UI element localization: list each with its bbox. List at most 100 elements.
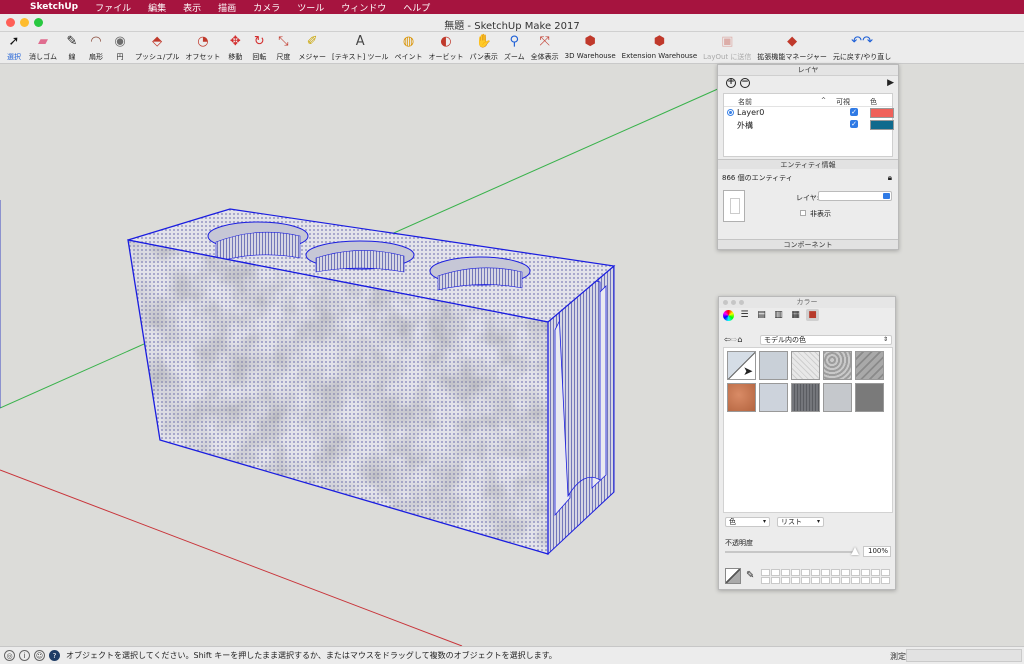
opacity-slider-knob[interactable] xyxy=(851,547,859,555)
layer-row-layer0[interactable]: Layer0 ✓ xyxy=(724,107,894,119)
color-slot[interactable] xyxy=(841,577,850,584)
tool-paint-bucket[interactable]: ◍ ペイント xyxy=(392,32,426,64)
material-swatch[interactable] xyxy=(791,383,820,412)
components-header[interactable]: コンポーネント xyxy=(718,239,898,249)
tool-zoom-extents[interactable]: ⤧ 全体表示 xyxy=(528,32,562,64)
color-slot[interactable] xyxy=(831,577,840,584)
opacity-slider[interactable] xyxy=(725,547,859,555)
color-slot[interactable] xyxy=(801,569,810,576)
info-icon[interactable]: i xyxy=(19,650,30,661)
eyedropper-icon[interactable]: ✎ xyxy=(746,570,754,581)
layer-color-swatch[interactable] xyxy=(870,108,894,118)
tool-orbit[interactable]: ◐ オービット xyxy=(426,32,467,64)
menu-file[interactable]: ファイル xyxy=(87,1,140,14)
lock-icon[interactable]: 🔒︎ xyxy=(888,173,892,183)
crayons-icon[interactable]: ▦ xyxy=(789,309,802,321)
materials-brick-icon[interactable]: ■ xyxy=(806,309,819,321)
material-swatch[interactable] xyxy=(823,383,852,412)
material-swatch[interactable] xyxy=(791,351,820,380)
menu-window[interactable]: ウィンドウ xyxy=(333,1,395,14)
color-slot[interactable] xyxy=(821,569,830,576)
panel-window-controls[interactable] xyxy=(723,300,744,305)
color-slot[interactable] xyxy=(861,569,870,576)
color-slot[interactable] xyxy=(811,577,820,584)
default-material-swatch[interactable]: ➤ xyxy=(727,351,756,380)
tool-zoom[interactable]: ⚲ ズーム xyxy=(501,32,528,64)
color-slot[interactable] xyxy=(831,569,840,576)
color-slot[interactable] xyxy=(761,577,770,584)
current-color-sample[interactable] xyxy=(725,568,741,584)
material-swatch[interactable] xyxy=(855,351,884,380)
layer-name[interactable]: Layer0 xyxy=(737,108,764,117)
home-icon[interactable]: ⌂ xyxy=(737,335,742,344)
user-icon[interactable]: ☺ xyxy=(34,650,45,661)
color-slot[interactable] xyxy=(851,577,860,584)
color-slot[interactable] xyxy=(781,569,790,576)
material-library-select[interactable]: モデル内の色 ⇕ xyxy=(760,335,892,345)
remove-layer-icon[interactable]: − xyxy=(740,78,750,88)
material-swatch[interactable] xyxy=(855,383,884,412)
add-layer-icon[interactable]: + xyxy=(726,78,736,88)
column-name[interactable]: 名前 xyxy=(738,97,752,107)
color-slot[interactable] xyxy=(771,569,780,576)
menu-draw[interactable]: 描画 xyxy=(210,1,245,14)
instructor-icon[interactable]: ? xyxy=(49,650,60,661)
column-color[interactable]: 色 xyxy=(870,97,877,107)
tool-layout-send[interactable]: ▣ LayOut に送信 xyxy=(700,32,754,64)
menu-help[interactable]: ヘルプ xyxy=(395,1,439,14)
column-visible[interactable]: 可視 xyxy=(836,97,850,107)
menu-tools[interactable]: ツール xyxy=(289,1,333,14)
color-slot[interactable] xyxy=(791,577,800,584)
hidden-checkbox[interactable] xyxy=(800,210,806,216)
menu-edit[interactable]: 編集 xyxy=(140,1,175,14)
tool-undo-redo[interactable]: ↶↷ 元に戻す/やり直し xyxy=(830,32,894,64)
color-slot[interactable] xyxy=(801,577,810,584)
tool-pan-hand[interactable]: ✋ パン表示 xyxy=(467,32,501,64)
tool-extension-manager[interactable]: ◆ 拡張機能マネージャー xyxy=(754,32,830,64)
tool-circle[interactable]: ◉ 円 xyxy=(108,32,132,64)
tool-scale[interactable]: ⤡ 尺度 xyxy=(271,32,295,64)
concrete-block-model[interactable] xyxy=(120,208,616,560)
color-slot[interactable] xyxy=(821,577,830,584)
color-palettes-icon[interactable]: ▤ xyxy=(755,309,768,321)
tool-offset[interactable]: ◔ オフセット xyxy=(182,32,223,64)
color-slot[interactable] xyxy=(861,577,870,584)
measurements-input[interactable] xyxy=(906,649,1022,662)
color-slot[interactable] xyxy=(771,577,780,584)
tool-push-pull[interactable]: ⬘ プッシュ/プル xyxy=(132,32,182,64)
color-slot[interactable] xyxy=(871,577,880,584)
view-mode-select[interactable]: リスト ▾ xyxy=(777,517,824,527)
color-sliders-icon[interactable]: ☰ xyxy=(738,309,751,321)
opacity-value[interactable]: 100% xyxy=(863,546,891,557)
layer-name[interactable]: 外構 xyxy=(737,120,753,131)
color-slot[interactable] xyxy=(841,569,850,576)
tool-eraser[interactable]: ▰ 消しゴム xyxy=(26,32,60,64)
color-slot[interactable] xyxy=(881,569,890,576)
layer-details-icon[interactable]: ▶ xyxy=(887,78,894,88)
menu-view[interactable]: 表示 xyxy=(175,1,210,14)
color-wheel-icon[interactable] xyxy=(723,310,734,321)
material-swatch[interactable] xyxy=(759,383,788,412)
tool-pencil[interactable]: ✎ 線 xyxy=(60,32,84,64)
color-slot[interactable] xyxy=(781,577,790,584)
sort-chevron-icon[interactable]: ^ xyxy=(821,97,826,104)
tool-tape-measure[interactable]: ✐ メジャー xyxy=(295,32,329,64)
active-layer-radio[interactable] xyxy=(727,109,734,116)
menu-sketchup[interactable]: SketchUp xyxy=(22,2,87,12)
color-slot[interactable] xyxy=(791,569,800,576)
image-palettes-icon[interactable]: ▥ xyxy=(772,309,785,321)
tool-text-tool[interactable]: A [テキスト] ツール xyxy=(329,32,391,64)
geo-location-icon[interactable]: ◎ xyxy=(4,650,15,661)
color-slot[interactable] xyxy=(871,569,880,576)
layer-visible-checkbox[interactable]: ✓ xyxy=(850,120,858,128)
tool-arrow-select[interactable]: ➚ 選択 xyxy=(2,32,26,64)
layer-color-swatch[interactable] xyxy=(870,120,894,130)
tool-move[interactable]: ✥ 移動 xyxy=(223,32,247,64)
material-swatch[interactable] xyxy=(727,383,756,412)
entity-info-header[interactable]: エンティティ情報 xyxy=(718,159,898,169)
tool-extension-warehouse[interactable]: ⬢ Extension Warehouse xyxy=(619,32,701,64)
material-swatch[interactable] xyxy=(759,351,788,380)
color-slot[interactable] xyxy=(761,569,770,576)
tool-rotate[interactable]: ↻ 回転 xyxy=(247,32,271,64)
entity-layer-select[interactable] xyxy=(818,191,892,201)
